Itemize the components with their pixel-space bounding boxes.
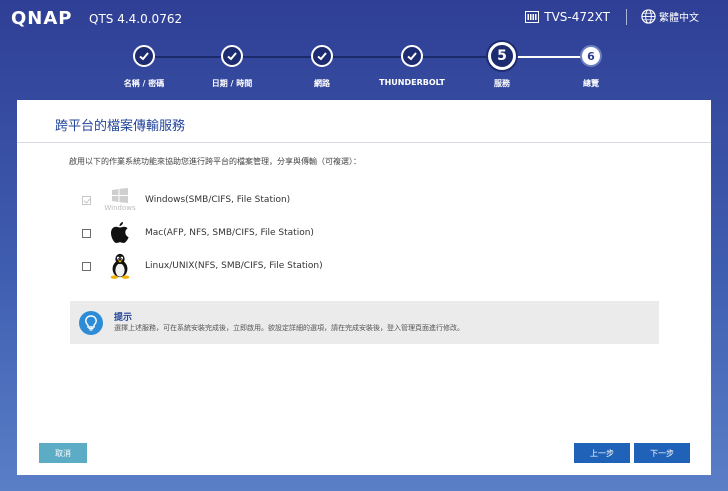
check-icon	[407, 52, 417, 61]
wizard-panel: 跨平台的檔案傳輸服務 啟用以下的作業系統功能來協助您進行跨平台的檔案管理，分享與…	[17, 100, 711, 475]
previous-step-button[interactable]: 上一步	[574, 443, 630, 463]
tip-title: 提示	[114, 313, 133, 323]
check-icon	[227, 52, 237, 61]
header-divider	[626, 9, 627, 25]
step-4-done	[401, 45, 423, 67]
language-selector[interactable]: 繁體中文	[641, 9, 699, 24]
check-icon	[139, 52, 149, 61]
step-label-date-time: 日期 / 時間	[211, 79, 253, 88]
windows-icon: Windows	[104, 187, 136, 213]
top-bar: QNAP QTS 4.4.0.0762 TVS-472XT 繁體中文 名稱 / …	[0, 0, 728, 100]
linux-tux-icon	[105, 253, 135, 279]
tip-text: 選擇上述服務，可在系統安裝完成後，立即啟用。欲設定詳細的選項，請在完成安裝後，登…	[114, 324, 464, 332]
nas-device-icon	[525, 11, 540, 23]
option-label: Windows(SMB/CIFS, File Station)	[145, 195, 291, 205]
option-mac: Mac(AFP, NFS, SMB/CIFS, File Station)	[82, 220, 314, 246]
step-2-done	[221, 45, 243, 67]
windows-caption: Windows	[104, 204, 136, 212]
wizard-progress: 名稱 / 密碼 日期 / 時間 網路 THUNDERBOLT 5 服務 6 總覽	[0, 40, 728, 95]
linux-checkbox[interactable]	[82, 261, 91, 271]
device-model: TVS-472XT	[544, 10, 610, 24]
apple-icon	[105, 220, 135, 246]
step-5-current: 5	[488, 42, 516, 70]
page-title: 跨平台的檔案傳輸服務	[55, 119, 186, 134]
tip-box: 提示 選擇上述服務，可在系統安裝完成後，立即啟用。欲設定詳細的選項，請在完成安裝…	[70, 301, 659, 344]
globe-icon	[641, 9, 656, 24]
windows-checkbox[interactable]	[82, 195, 91, 205]
check-icon	[317, 52, 327, 61]
firmware-version: QTS 4.4.0.0762	[89, 12, 183, 26]
mac-checkbox[interactable]	[82, 228, 91, 238]
step-label-name-password: 名稱 / 密碼	[123, 79, 165, 88]
step-3-done	[311, 45, 333, 67]
language-label: 繁體中文	[659, 13, 699, 24]
step-1-done	[133, 45, 155, 67]
title-divider	[17, 142, 711, 143]
qnap-logo: QNAP	[11, 8, 73, 29]
option-label: Mac(AFP, NFS, SMB/CIFS, File Station)	[145, 228, 314, 238]
device-name: TVS-472XT	[525, 10, 610, 24]
option-windows: Windows Windows(SMB/CIFS, File Station)	[82, 187, 290, 213]
step-label-summary: 總覽	[583, 79, 599, 88]
lightbulb-icon	[79, 311, 103, 335]
option-label: Linux/UNIX(NFS, SMB/CIFS, File Station)	[145, 261, 323, 271]
step-label-services: 服務	[494, 79, 510, 88]
step-label-thunderbolt: THUNDERBOLT	[379, 78, 445, 87]
next-step-button[interactable]: 下一步	[634, 443, 690, 463]
intro-text: 啟用以下的作業系統功能來協助您進行跨平台的檔案管理，分享與傳輸（可複選）：	[69, 157, 361, 166]
step-6-todo: 6	[580, 45, 602, 67]
cancel-button[interactable]: 取消	[39, 443, 87, 463]
step-label-network: 網路	[314, 79, 330, 88]
option-linux: Linux/UNIX(NFS, SMB/CIFS, File Station)	[82, 253, 323, 279]
